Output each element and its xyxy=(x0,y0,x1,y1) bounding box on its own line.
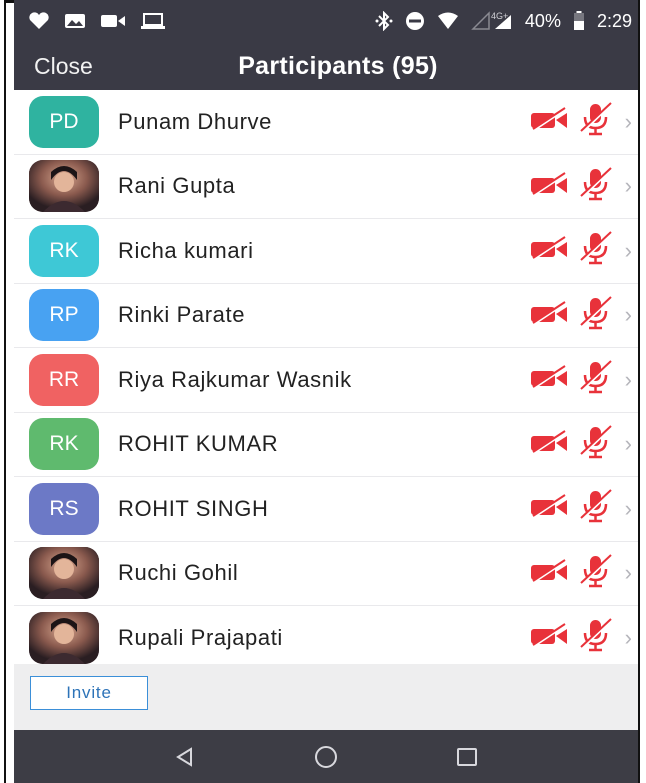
battery-percent: 40% xyxy=(524,10,561,31)
chevron-right-icon: › xyxy=(624,237,632,263)
footer-bar: Invite xyxy=(14,664,638,730)
gallery-notification-icon xyxy=(64,12,86,30)
participant-initials-avatar: PD xyxy=(29,95,99,148)
page-title: Participants (95) xyxy=(238,51,438,80)
participant-status-icons: › xyxy=(529,425,632,464)
home-nav-button[interactable] xyxy=(306,737,346,777)
mic-muted-icon xyxy=(577,425,615,464)
participant-status-icons: › xyxy=(529,489,632,528)
mic-muted-icon xyxy=(577,296,615,335)
recents-square-icon xyxy=(457,747,478,766)
video-off-icon xyxy=(529,106,571,137)
system-status-icons: 4G+ 40% 2:29 xyxy=(375,11,632,32)
participant-initials-avatar: RS xyxy=(29,482,99,535)
chevron-right-icon: › xyxy=(624,495,632,521)
battery-icon xyxy=(573,11,585,31)
participant-photo-avatar xyxy=(29,611,99,664)
notification-icons xyxy=(28,12,166,30)
participants-screen: 4G+ 40% 2:29 Close Participants (95) PD P… xyxy=(14,0,638,783)
participant-status-icons: › xyxy=(529,231,632,270)
video-notification-icon xyxy=(100,12,126,30)
network-type-label: 4G+ xyxy=(491,11,508,21)
chevron-right-icon: › xyxy=(624,366,632,392)
participant-initials-avatar: RR xyxy=(29,353,99,406)
participant-list: PD Punam Dhurve › Rani Gupta › RK Richa kumari… xyxy=(14,90,638,671)
participant-status-icons: › xyxy=(529,296,632,335)
participant-name: Richa kumari xyxy=(118,237,254,263)
participant-name: ROHIT SINGH xyxy=(118,495,269,521)
status-bar: 4G+ 40% 2:29 xyxy=(14,0,638,42)
chevron-right-icon: › xyxy=(624,108,632,134)
participant-name: ROHIT KUMAR xyxy=(118,431,279,457)
participant-name: Ruchi Gohil xyxy=(118,560,239,586)
video-off-icon xyxy=(529,558,571,589)
participant-row[interactable]: RK ROHIT KUMAR › xyxy=(14,412,638,477)
mic-muted-icon xyxy=(577,231,615,270)
participant-name: Riya Rajkumar Wasnik xyxy=(118,366,352,392)
bluetooth-icon xyxy=(375,11,393,31)
participant-status-icons: › xyxy=(529,102,632,141)
chevron-right-icon: › xyxy=(624,302,632,328)
participant-name: Rani Gupta xyxy=(118,173,236,199)
home-circle-icon xyxy=(314,745,337,768)
video-off-icon xyxy=(529,364,571,395)
participant-row[interactable]: Rupali Prajapati › xyxy=(14,606,638,671)
participant-row[interactable]: RR Riya Rajkumar Wasnik › xyxy=(14,348,638,413)
chevron-right-icon: › xyxy=(624,173,632,199)
video-off-icon xyxy=(529,493,571,524)
video-off-icon xyxy=(529,300,571,331)
participant-row[interactable]: Ruchi Gohil › xyxy=(14,541,638,606)
participants-header: Close Participants (95) xyxy=(14,42,638,90)
android-navigation-bar xyxy=(14,730,638,783)
participant-name: Rinki Parate xyxy=(118,302,246,328)
participant-initials-avatar: RK xyxy=(29,224,99,277)
video-off-icon xyxy=(529,622,571,653)
participant-name: Punam Dhurve xyxy=(118,108,272,134)
participant-photo-avatar xyxy=(29,160,99,213)
sim-signal-icon: 4G+ xyxy=(471,11,513,31)
video-off-icon xyxy=(529,235,571,266)
chevron-right-icon: › xyxy=(624,431,632,457)
participant-row[interactable]: RP Rinki Parate › xyxy=(14,283,638,348)
laptop-notification-icon xyxy=(140,12,166,30)
wifi-icon xyxy=(437,12,459,30)
heart-notification-icon xyxy=(28,12,50,30)
participant-initials-avatar: RP xyxy=(29,289,99,342)
mic-muted-icon xyxy=(577,489,615,528)
invite-button[interactable]: Invite xyxy=(30,676,148,710)
participant-row[interactable]: Rani Gupta › xyxy=(14,154,638,219)
participant-name: Rupali Prajapati xyxy=(118,624,283,650)
screenshot-border-left xyxy=(0,0,6,783)
participant-photo-avatar xyxy=(29,547,99,600)
participant-status-icons: › xyxy=(529,360,632,399)
mic-muted-icon xyxy=(577,360,615,399)
participant-status-icons: › xyxy=(529,554,632,593)
chevron-right-icon: › xyxy=(624,624,632,650)
mic-muted-icon xyxy=(577,554,615,593)
screenshot-border-right xyxy=(638,0,646,783)
do-not-disturb-icon xyxy=(405,11,425,31)
back-triangle-icon xyxy=(175,746,192,767)
mic-muted-icon xyxy=(577,618,615,657)
clock: 2:29 xyxy=(596,10,632,31)
participant-row[interactable]: RK Richa kumari › xyxy=(14,219,638,284)
mic-muted-icon xyxy=(577,167,615,206)
chevron-right-icon: › xyxy=(624,560,632,586)
mic-muted-icon xyxy=(577,102,615,141)
back-nav-button[interactable] xyxy=(165,737,205,777)
participant-row[interactable]: RS ROHIT SINGH › xyxy=(14,477,638,542)
video-off-icon xyxy=(529,429,571,460)
video-off-icon xyxy=(529,171,571,202)
participant-row[interactable]: PD Punam Dhurve › xyxy=(14,90,638,155)
participant-initials-avatar: RK xyxy=(29,418,99,471)
participant-status-icons: › xyxy=(529,618,632,657)
recents-nav-button[interactable] xyxy=(447,737,487,777)
participant-status-icons: › xyxy=(529,167,632,206)
